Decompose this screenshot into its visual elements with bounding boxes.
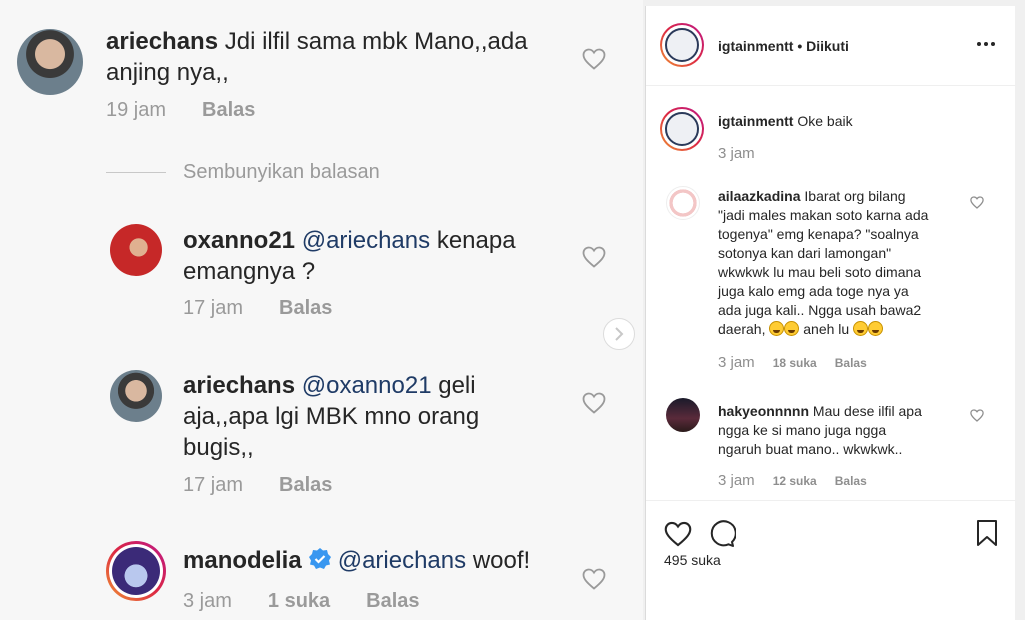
comment-meta: 17 jam Balas [183, 297, 332, 320]
comment-time: 3 jam [718, 472, 755, 489]
comment-meta: 3 jam 12 suka Balas [718, 472, 867, 489]
comment-time: 3 jam [718, 354, 755, 371]
comment-meta: 3 jam [718, 145, 755, 162]
comment-text: hakyeonnnnn Mau dese ilfil apa ngga ke s… [718, 402, 958, 459]
likes-count[interactable]: 1 suka [268, 590, 330, 613]
header-user: igtainmentt • Diikuti [718, 38, 849, 54]
heart-icon[interactable] [970, 196, 984, 209]
comment-text: ailaazkadina Ibarat org bilang "jadi mal… [718, 187, 958, 339]
laughing-emoji-icon [853, 321, 869, 336]
comment-icon[interactable] [708, 520, 736, 548]
scroll-next-button[interactable] [603, 318, 635, 350]
post-likes-count[interactable]: 495 suka [664, 552, 721, 568]
more-options-icon[interactable] [977, 42, 995, 46]
comment-username[interactable]: ariechans [106, 28, 218, 55]
comment-username[interactable]: oxanno21 [183, 227, 295, 254]
story-ring[interactable] [660, 107, 704, 151]
comment-time: 17 jam [183, 474, 244, 496]
reply-text: ariechans @oxanno21 geli aja,,apa lgi MB… [183, 370, 523, 463]
reply-button[interactable]: Balas [835, 474, 867, 488]
avatar [112, 547, 160, 595]
comment-line: "jadi males makan soto karna ada [718, 207, 929, 223]
comment-time: 19 jam [106, 99, 167, 121]
chevron-right-icon [615, 327, 624, 341]
comment-line: juga kalo emg ada toge nya ya [718, 283, 909, 299]
comment-line: ngaruh buat mano.. wkwkwk.. [718, 441, 903, 457]
avatar[interactable] [666, 398, 700, 432]
divider [106, 172, 166, 173]
comment-text: igtainmentt Oke baik [718, 112, 853, 131]
hide-replies-button[interactable]: Sembunyikan balasan [183, 161, 380, 184]
comment-line: Ibarat org bilang [804, 188, 906, 204]
comment-line: sotonya kan dari lamongan" [718, 245, 892, 261]
comment-time: 3 jam [718, 145, 755, 162]
comment-body: Oke baik [797, 113, 853, 129]
mention-link[interactable]: @ariechans [302, 227, 430, 254]
comment-meta: 3 jam 1 suka Balas [183, 590, 420, 613]
comment-line: wkwkwk lu mau beli soto dimana [718, 264, 922, 280]
reply-button[interactable]: Balas [279, 297, 332, 320]
mention-link[interactable]: @ariechans [338, 547, 466, 574]
avatar[interactable] [110, 224, 162, 276]
comment-username[interactable]: hakyeonnnnn [718, 403, 809, 419]
avatar [665, 28, 699, 62]
reply-button[interactable]: Balas [202, 99, 255, 122]
comment-body: woof! [472, 547, 531, 574]
comment-line: togenya" emg kenapa? "soalnya [718, 226, 919, 242]
comment-line: ngga ke si mano juga ngga [718, 422, 887, 438]
avatar [665, 112, 699, 146]
comment-line: Mau dese ilfil apa [812, 403, 922, 419]
heart-icon[interactable] [582, 568, 606, 590]
heart-icon[interactable] [582, 246, 606, 268]
heart-icon[interactable] [582, 392, 606, 414]
comment-fragment: daerah, [718, 321, 766, 337]
comment-username[interactable]: igtainmentt [718, 113, 793, 129]
comment-meta: 19 jam Balas [106, 99, 255, 122]
laughing-emoji-icon [784, 321, 800, 336]
comment-username[interactable]: manodelia [183, 547, 302, 574]
comment-time: 17 jam [183, 297, 244, 319]
comment-meta: 3 jam 18 suka Balas [718, 354, 867, 371]
comment-username[interactable]: ailaazkadina [718, 188, 801, 204]
comment-line-last: daerah, aneh lu [718, 320, 958, 339]
comments-panel-zoomed: ariechans Jdi ilfil sama mbk Mano,,ada a… [0, 0, 643, 620]
story-ring[interactable] [660, 23, 704, 67]
likes-count[interactable]: 12 suka [773, 474, 817, 488]
laughing-emoji-icon [868, 321, 884, 336]
reply-button[interactable]: Balas [835, 356, 867, 370]
avatar[interactable] [666, 186, 700, 220]
reply-text: manodelia @ariechans woof! [183, 545, 583, 576]
comment-meta: 17 jam Balas [183, 474, 332, 497]
heart-icon[interactable] [664, 521, 692, 547]
story-ring[interactable] [106, 541, 166, 601]
comment-line: ada juga kali.. Ngga usah bawa2 [718, 302, 922, 318]
reply-button[interactable]: Balas [279, 474, 332, 497]
header-username[interactable]: igtainmentt [718, 38, 793, 54]
reply-button[interactable]: Balas [366, 590, 419, 613]
comment-text: ariechans Jdi ilfil sama mbk Mano,,ada a… [106, 26, 566, 88]
mention-link[interactable]: @oxanno21 [302, 372, 432, 399]
reply-text: oxanno21 @ariechans kenapa emangnya ? [183, 225, 543, 287]
heart-icon[interactable] [970, 409, 984, 422]
heart-icon[interactable] [582, 48, 606, 70]
avatar[interactable] [17, 29, 83, 95]
likes-count[interactable]: 18 suka [773, 356, 817, 370]
comment-username[interactable]: ariechans [183, 372, 295, 399]
comment-time: 3 jam [183, 590, 232, 612]
verified-badge-icon [308, 548, 331, 569]
app-root: ariechans Jdi ilfil sama mbk Mano,,ada a… [0, 0, 1025, 620]
avatar[interactable] [110, 370, 162, 422]
bookmark-icon[interactable] [976, 519, 998, 547]
comment-fragment: aneh lu [803, 321, 850, 337]
follow-status[interactable]: • Diikuti [797, 38, 849, 54]
post-header: igtainmentt • Diikuti [646, 6, 1016, 86]
laughing-emoji-icon [769, 321, 785, 336]
post-sidebar: igtainmentt • Diikuti igtainmentt Oke ba… [645, 6, 1016, 620]
